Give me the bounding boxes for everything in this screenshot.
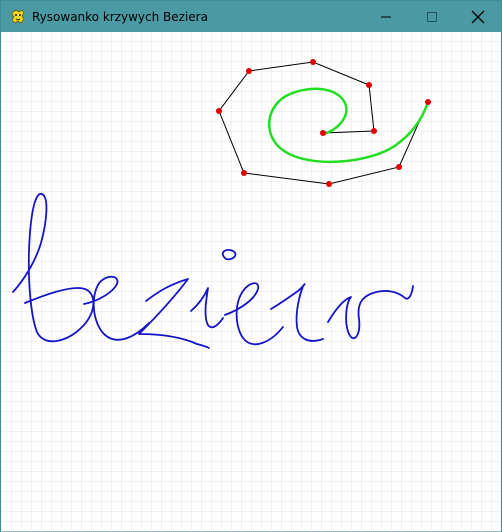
close-button[interactable]: [455, 1, 501, 32]
control-point[interactable]: [371, 128, 377, 134]
control-point[interactable]: [425, 99, 431, 105]
control-point[interactable]: [241, 170, 247, 176]
minimize-icon: [381, 16, 391, 17]
pygame-snake-icon: [11, 8, 25, 24]
control-point[interactable]: [366, 82, 372, 88]
title-bar[interactable]: Rysowanko krzywych Beziera: [1, 1, 501, 32]
close-icon: [471, 10, 485, 23]
control-point[interactable]: [396, 164, 402, 170]
control-point[interactable]: [216, 108, 222, 114]
control-point[interactable]: [326, 181, 332, 187]
window-title: Rysowanko krzywych Beziera: [32, 9, 208, 24]
maximize-icon: [427, 11, 437, 22]
control-point[interactable]: [246, 68, 252, 74]
drawing-canvas[interactable]: [1, 32, 501, 532]
control-point[interactable]: [320, 130, 326, 136]
maximize-button[interactable]: [409, 1, 455, 32]
minimize-button[interactable]: [363, 1, 409, 32]
window-controls: [363, 1, 501, 32]
app-window: Rysowanko krzywych Beziera: [0, 0, 502, 532]
control-point[interactable]: [310, 59, 316, 65]
